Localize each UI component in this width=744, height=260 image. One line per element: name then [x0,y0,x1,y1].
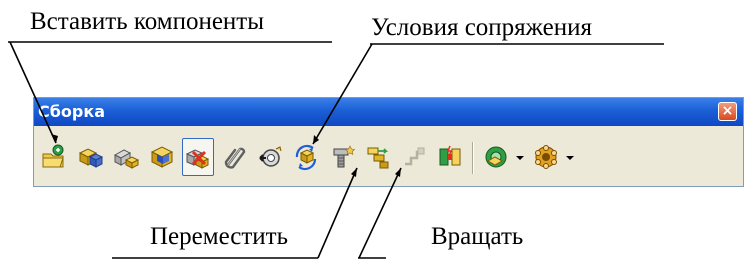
leader-mate [312,43,373,145]
leader-insert [9,41,57,144]
arrowhead [395,168,401,177]
leader-move [317,167,358,259]
arrowhead [51,134,58,143]
arrowhead [351,168,357,177]
leader-rotate [358,167,402,259]
callout-leader-lines [8,41,664,259]
